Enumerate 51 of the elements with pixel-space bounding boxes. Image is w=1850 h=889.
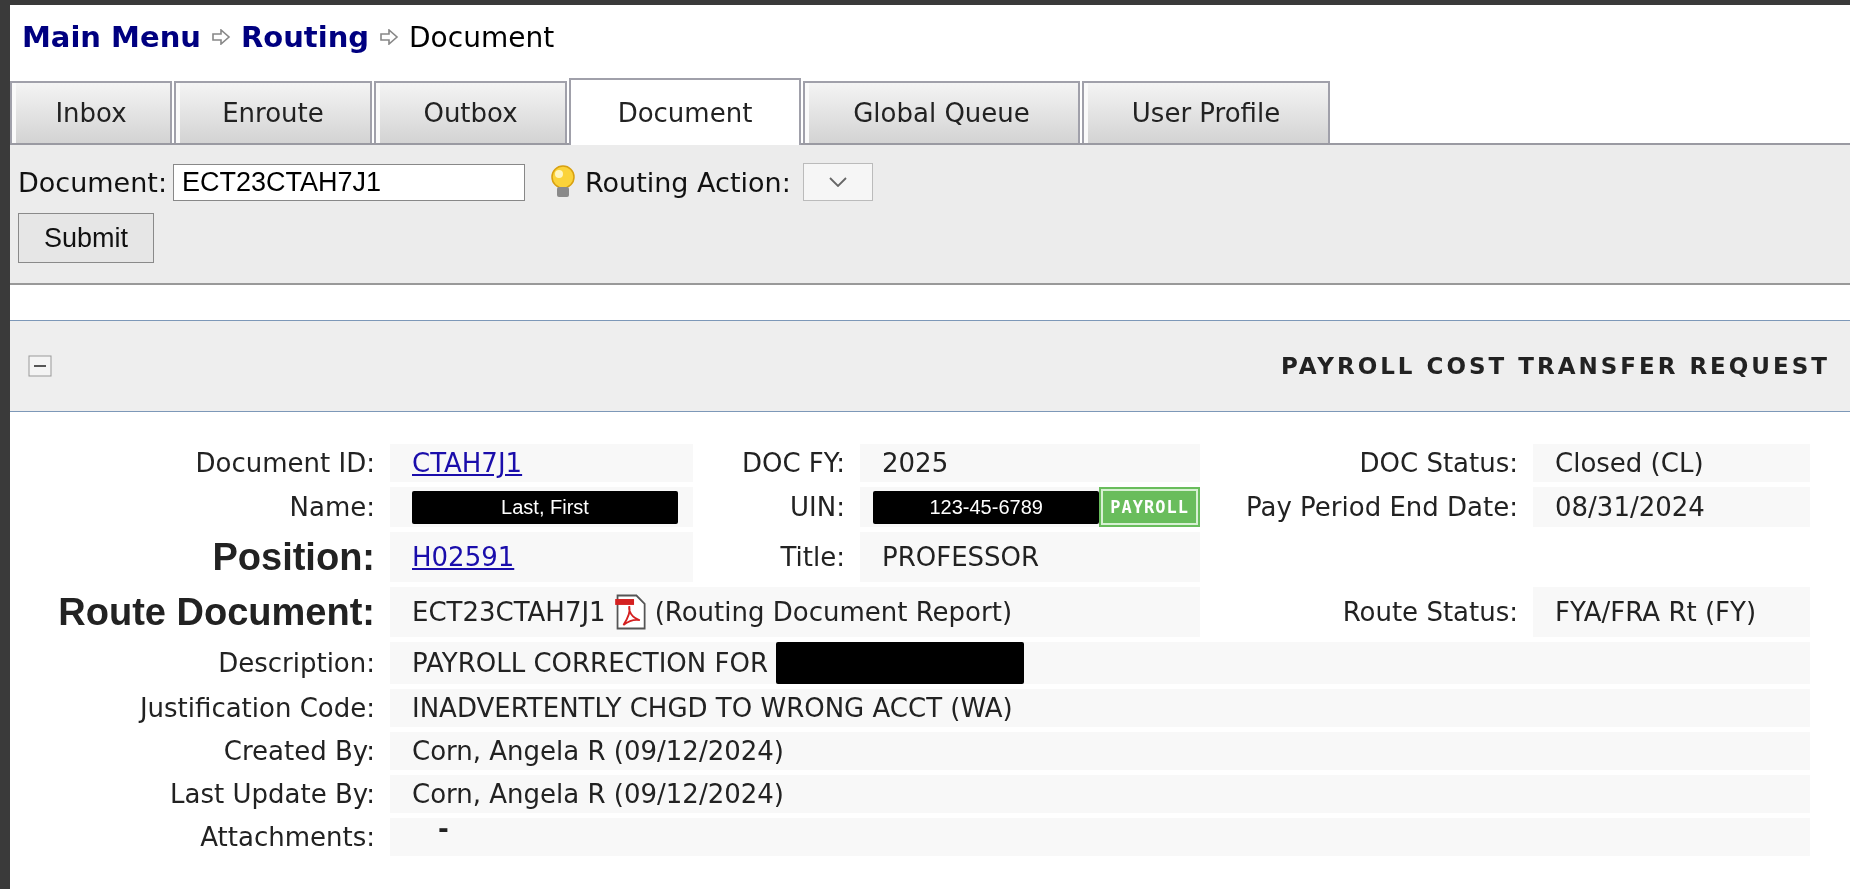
document-link[interactable]: CTAH7J1 [412,448,523,478]
field-label: Description: [217,648,376,678]
chevron-down-icon [828,177,847,187]
field-value: PAYROLL CORRECTION FOR [412,648,768,678]
routing-action-label: Routing Action: [585,166,791,198]
field-label: Route Document: [57,590,376,634]
field-label: Name: [288,492,376,522]
submit-button[interactable]: Submit [18,213,154,263]
field-value: FYA/FRA Rt (FY) [1555,597,1757,627]
tab[interactable]: Outbox [374,81,567,143]
field-value: Corn, Angela R (09/12/2024) [412,736,784,766]
arrow-icon [379,29,400,45]
field-label: Position: [211,535,376,579]
field-value: INADVERTENTLY CHGD TO WRONG ACCT (WA) [412,693,1013,723]
document-field[interactable]: ECT23CTAH7J1 [173,163,525,201]
field-label: Title: [779,542,846,572]
field-label: Pay Period End Date: [1245,492,1519,522]
empty-value: - [438,814,449,844]
field-value: Closed (CL) [1555,448,1704,478]
redacted-value: 123-45-6789 [873,490,1100,524]
field-label: Justification Code: [137,693,376,723]
pdf-icon[interactable] [613,593,647,631]
payroll-badge: PAYROLL [1099,487,1200,527]
field-label: Last Update By: [169,779,376,809]
field-value: Corn, Angela R (09/12/2024) [412,779,784,809]
breadcrumb-link[interactable]: Main Menu [22,20,201,54]
redacted-value: Last, First [412,490,678,524]
field-label: Attachments: [199,822,376,852]
field-label: UIN: [789,492,846,522]
document-link[interactable]: H02591 [412,542,515,572]
field-label: Created By: [222,736,376,766]
field-label: DOC Status: [1358,448,1519,478]
field-value: 08/31/2024 [1555,492,1705,522]
field-value: PROFESSOR [882,542,1040,572]
document-label: Document: [18,166,167,198]
tab[interactable]: Document [569,78,801,145]
tab[interactable]: Enroute [174,81,372,143]
field-label: Route Status: [1341,597,1519,627]
field-value: 2025 [882,448,949,478]
tab[interactable]: User Profile [1082,81,1330,143]
report-link[interactable]: (Routing Document Report) [654,597,1013,627]
tab[interactable]: Global Queue [803,81,1080,143]
tab[interactable]: Inbox [10,81,172,143]
breadcrumb-link[interactable]: Routing [240,20,370,54]
collapse-icon[interactable] [28,355,52,377]
field-value: ECT23CTAH7J1 [412,597,606,627]
arrow-icon [210,29,231,45]
breadcrumb-current: Document [409,20,555,54]
field-label: Document ID: [194,448,376,478]
field-label: DOC FY: [740,448,846,478]
section-title: PAYROLL COST TRANSFER REQUEST [1280,353,1830,379]
